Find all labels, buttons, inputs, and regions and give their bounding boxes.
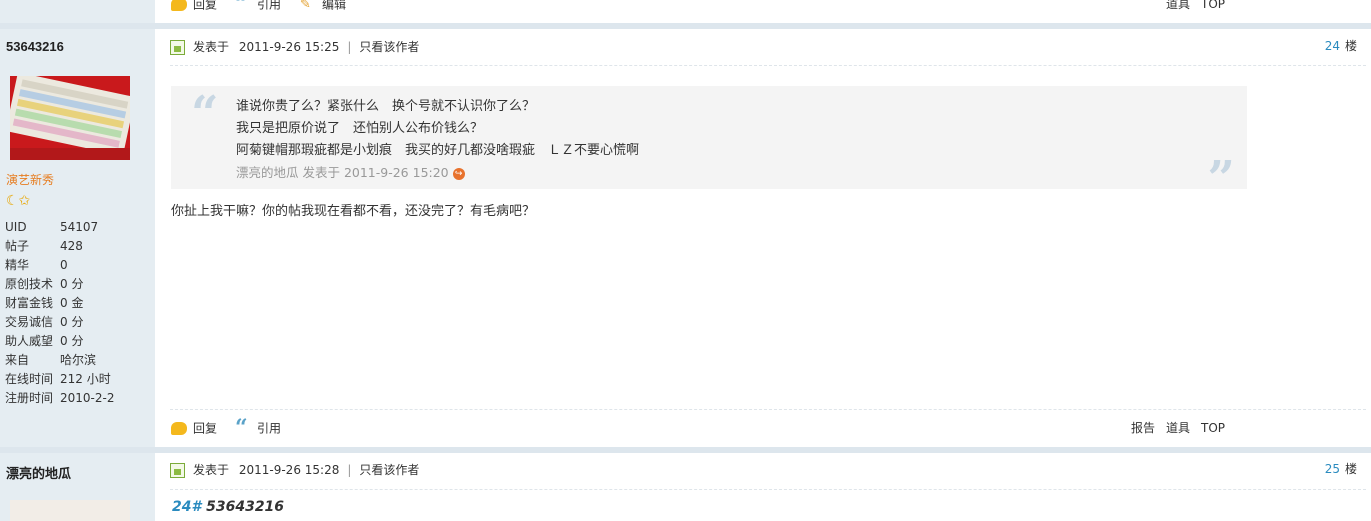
post-message: 你扯上我干嘛？你的帖我现在看都不看，还没完了？有毛病吧？ xyxy=(171,204,536,219)
post-meta: 发表于 2011-9-26 15:25 | 只看该作者 xyxy=(170,38,419,56)
stat-uid: UID 54107 xyxy=(5,220,99,234)
next-avatar[interactable] xyxy=(10,500,130,521)
stat-digest: 精华 0 xyxy=(5,258,68,272)
post-datetime: 2011-9-26 15:28 xyxy=(238,463,340,477)
quote-text: 谁说你贵了么？紧张什么 换个号就不认识你了么？ 我只是把原价说了 还怕别人公布价… xyxy=(236,96,639,184)
online-status-icon xyxy=(170,40,185,55)
only-author-link[interactable]: 只看该作者 xyxy=(359,40,419,54)
pencil-icon: ✎ xyxy=(300,0,311,12)
meta-separator: | xyxy=(347,463,352,477)
post-separator xyxy=(0,23,1371,29)
stat-trade: 交易诚信 0 分 xyxy=(5,315,84,329)
quote-close-icon: ” xyxy=(1207,151,1235,207)
quote-icon: “ xyxy=(235,415,248,441)
top-link[interactable]: TOP xyxy=(1201,0,1225,11)
only-author-link[interactable]: 只看该作者 xyxy=(359,463,419,477)
quote-attribution: 漂亮的地瓜 发表于 2011-9-26 15:20 ↪ xyxy=(236,162,639,184)
prev-quote-button[interactable]: “ 引用 xyxy=(235,0,282,17)
goto-post-icon[interactable]: ↪ xyxy=(452,167,465,180)
quote-line: 我只是把原价说了 还怕别人公布价钱么？ xyxy=(236,121,484,136)
meta-divider xyxy=(170,489,1366,490)
reply-button[interactable]: 回复 xyxy=(171,419,217,437)
top-link[interactable]: TOP xyxy=(1201,421,1225,435)
tools-link[interactable]: 道具 xyxy=(1166,0,1190,11)
meta-separator: | xyxy=(347,40,352,54)
user-stats: UID 54107 帖子 428 精华 0 原创技术 0 分 财富金钱 0 金 交易诚信 0… xyxy=(5,218,114,408)
quote-button[interactable]: “ 引用 xyxy=(235,415,282,441)
quote-block: “ 谁说你贵了么？紧张什么 换个号就不认识你了么？ 我只是把原价说了 还怕别人公… xyxy=(171,86,1247,203)
stat-posts: 帖子 428 xyxy=(5,239,83,253)
floor-number[interactable]: 24 楼 xyxy=(1325,37,1357,55)
stat-wealth: 财富金钱 0 金 xyxy=(5,296,84,310)
avatar[interactable] xyxy=(10,76,130,160)
stat-prestige: 助人威望 0 分 xyxy=(5,334,84,348)
stat-tech: 原创技术 0 分 xyxy=(5,277,84,291)
reply-label: 回复 xyxy=(193,0,218,12)
keyboard-avatar-image xyxy=(10,76,130,160)
content-divider xyxy=(170,409,1366,410)
prev-post-sidebar xyxy=(0,0,155,23)
meta-divider xyxy=(170,65,1366,66)
report-link[interactable]: 报告 xyxy=(1131,421,1155,435)
stat-registered: 注册时间 2010-2-2 xyxy=(5,391,115,405)
tools-link[interactable]: 道具 xyxy=(1166,421,1190,435)
quote-icon: “ xyxy=(235,0,248,17)
prev-edit-button[interactable]: ✎ 编辑 xyxy=(300,0,346,13)
prev-reply-button[interactable]: 回复 xyxy=(171,0,217,13)
quote-label: 引用 xyxy=(257,421,282,436)
next-floor-number[interactable]: 25 楼 xyxy=(1325,460,1357,478)
next-author-username[interactable]: 漂亮的地瓜 xyxy=(6,463,71,482)
prev-post-links: 道具 TOP xyxy=(1155,0,1225,13)
user-group[interactable]: 演艺新秀 xyxy=(6,171,54,188)
stat-location: 来自 哈尔滨 xyxy=(5,353,97,367)
quote-label: 引用 xyxy=(257,0,282,12)
next-post-title: 24# 53643216 xyxy=(172,499,284,515)
quote-line: 阿菊键帽那瑕疵都是小划痕 我买的好几都没啥瑕疵 ＬＺ不要心慌啊 xyxy=(236,143,640,158)
author-username[interactable]: 53643216 xyxy=(6,39,64,54)
next-title-num: 24# xyxy=(172,499,202,515)
edit-label: 编辑 xyxy=(322,0,347,12)
post-separator xyxy=(0,447,1371,453)
post-links: 报告 道具 TOP xyxy=(1120,419,1225,437)
online-status-icon xyxy=(170,463,185,478)
posted-prefix: 发表于 xyxy=(193,463,230,477)
quote-line: 谁说你贵了么？紧张什么 换个号就不认识你了么？ xyxy=(236,99,536,114)
next-title-name: 53643216 xyxy=(206,499,285,515)
quote-open-icon: “ xyxy=(191,86,219,142)
stat-online: 在线时间 212 小时 xyxy=(5,372,111,386)
reply-label: 回复 xyxy=(193,421,218,436)
next-post-meta: 发表于 2011-9-26 15:28 | 只看该作者 xyxy=(170,461,419,479)
reply-icon xyxy=(171,0,187,11)
rank-star-icon: ☾✩ xyxy=(6,193,31,209)
reply-icon xyxy=(171,422,187,435)
post-datetime: 2011-9-26 15:25 xyxy=(238,40,340,54)
posted-prefix: 发表于 xyxy=(193,40,230,54)
